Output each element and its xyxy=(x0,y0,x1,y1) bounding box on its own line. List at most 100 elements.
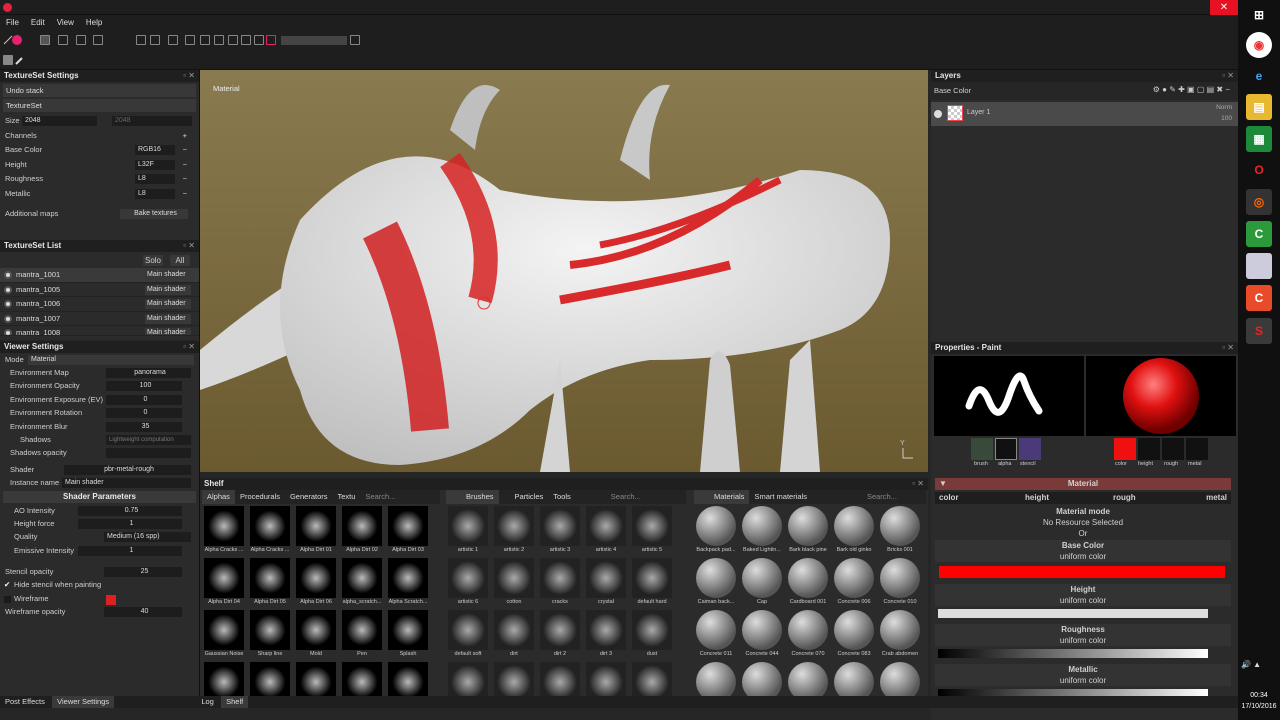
tab-generators[interactable]: Generators xyxy=(285,490,333,504)
wireframe-row[interactable]: Wireframe xyxy=(0,592,199,605)
alpha-thumbnail[interactable]: Alpha Dirt 01 xyxy=(294,506,338,558)
list-item[interactable]: mantra_1007 Main shader xyxy=(0,312,199,327)
all-button[interactable]: All xyxy=(170,255,190,266)
visibility-icon[interactable] xyxy=(4,329,12,336)
windows-start-icon[interactable]: ⊞ xyxy=(1246,2,1272,28)
camtasia-recorder-icon[interactable]: C xyxy=(1246,285,1272,311)
alpha-thumbnail[interactable]: Alpha Dirt 02 xyxy=(340,506,384,558)
no-resource-label[interactable]: No Resource Selected xyxy=(935,517,1231,528)
shadows-select[interactable]: Lightweight computation xyxy=(106,434,191,445)
tab-procedurals[interactable]: Procedurals xyxy=(235,490,285,504)
roughness-slider[interactable] xyxy=(938,649,1208,658)
size-select[interactable]: 2048 xyxy=(22,116,97,126)
material-thumbnail[interactable]: Concrete 070 xyxy=(786,610,830,662)
split-icon[interactable] xyxy=(185,35,195,45)
eyedropper-icon[interactable] xyxy=(15,55,25,65)
brush-thumbnail[interactable]: cotton xyxy=(492,558,536,610)
clock-time[interactable]: 00:34 xyxy=(1238,692,1280,699)
brush-thumbnail[interactable]: dirt 3 xyxy=(584,610,628,662)
wireframe-color-swatch[interactable] xyxy=(106,594,116,605)
remove-icon[interactable]: − xyxy=(183,172,187,186)
shader-select[interactable]: Main shader xyxy=(145,299,191,310)
alpha-thumbnail[interactable]: Sharp line xyxy=(248,610,292,662)
alpha-thumbnail[interactable]: alpha_scratch... xyxy=(340,558,384,610)
alpha-thumbnail[interactable]: Splash xyxy=(386,610,430,662)
camera-icon[interactable] xyxy=(200,35,210,45)
visibility-icon[interactable] xyxy=(4,285,12,294)
material-thumbnail[interactable]: Concrete 011 xyxy=(694,610,738,662)
shader-select[interactable]: Main shader xyxy=(145,270,191,280)
color-slot[interactable] xyxy=(1114,438,1136,460)
system-tray-icons[interactable]: 🔊 ▲ xyxy=(1241,660,1261,669)
tab-tools[interactable]: Tools xyxy=(548,490,576,504)
param-slider[interactable]: 35 xyxy=(106,421,182,432)
edit-icon[interactable] xyxy=(350,35,360,45)
tab-post-effects[interactable]: Post Effects xyxy=(0,696,50,708)
param-slider[interactable]: 1 xyxy=(78,518,182,529)
brush-thumbnail[interactable]: artistic 3 xyxy=(538,506,582,558)
paint-tool-icon[interactable] xyxy=(40,35,50,45)
projection-tool-icon[interactable] xyxy=(76,35,86,45)
alpha-thumbnail[interactable]: Alpha Dirt 04 xyxy=(202,558,246,610)
image-viewer-icon[interactable] xyxy=(1246,253,1272,279)
visibility-icon[interactable] xyxy=(4,271,12,279)
size-select-2[interactable]: 2048 xyxy=(112,116,192,126)
alpha-thumbnail[interactable]: Pen xyxy=(340,610,384,662)
material-header[interactable]: ▼ Material xyxy=(935,478,1231,490)
brush-thumbnail[interactable]: dirt xyxy=(492,610,536,662)
remove-icon[interactable]: − xyxy=(183,143,187,157)
undo-stack-button[interactable]: Undo stack xyxy=(3,84,196,97)
channel-format[interactable]: RGB16 xyxy=(135,145,175,155)
blender-icon[interactable]: ◎ xyxy=(1246,189,1272,215)
layer-row[interactable]: Layer 1 Norm 100 xyxy=(931,102,1238,126)
menu-file[interactable]: File xyxy=(0,15,25,30)
internet-explorer-icon[interactable]: e xyxy=(1246,63,1272,89)
param-slider[interactable]: 0 xyxy=(106,408,182,419)
param-slider[interactable]: 100 xyxy=(106,381,182,392)
layer-opacity[interactable]: 100 xyxy=(1221,115,1232,122)
alpha-thumbnail[interactable]: Alpha Dirt 05 xyxy=(248,558,292,610)
channel-format[interactable]: L32F xyxy=(135,159,175,170)
smudge-icon[interactable] xyxy=(93,35,103,45)
bake-textures-button[interactable]: Bake textures xyxy=(120,209,188,219)
alpha-thumbnail[interactable]: Mold xyxy=(294,610,338,662)
substance-painter-icon[interactable]: S xyxy=(1246,318,1272,344)
param-input[interactable]: panorama xyxy=(106,368,191,378)
material-thumbnail[interactable]: Backpack pad... xyxy=(694,506,738,558)
height-slider[interactable] xyxy=(938,609,1208,618)
search-input[interactable]: Search... xyxy=(606,490,646,504)
material-thumbnail[interactable]: Caiman back... xyxy=(694,558,738,610)
tab-shelf[interactable]: Shelf xyxy=(221,696,249,708)
brush-thumbnail[interactable]: dirt 2 xyxy=(538,610,582,662)
alpha-thumbnail[interactable]: Alpha Scratch... xyxy=(386,558,430,610)
brush-thumbnail[interactable]: crystal xyxy=(584,558,628,610)
brush-thumbnail[interactable]: artistic 2 xyxy=(492,506,536,558)
brush-thumbnail[interactable]: artistic 6 xyxy=(446,558,490,610)
material-thumbnail[interactable]: Concrete 083 xyxy=(832,610,876,662)
base-color-swatch[interactable] xyxy=(939,566,1225,578)
brush-thumbnail[interactable]: cracks xyxy=(538,558,582,610)
screenshot-icon[interactable] xyxy=(228,35,238,45)
height-slot[interactable] xyxy=(1138,438,1160,460)
mirror-icon[interactable] xyxy=(150,35,160,45)
collapse-icon[interactable]: ▼ xyxy=(939,478,947,490)
remove-icon[interactable]: − xyxy=(183,158,187,172)
shader-select[interactable]: Main shader xyxy=(145,328,191,336)
menu-help[interactable]: Help xyxy=(80,15,108,30)
search-input[interactable]: Search... xyxy=(360,490,400,504)
panel-controls-icon[interactable]: ▫ ✕ xyxy=(183,70,195,82)
panel-controls-icon[interactable]: ▫ ✕ xyxy=(183,341,195,353)
view-icon[interactable] xyxy=(241,35,251,45)
list-item[interactable]: mantra_1005 Main shader xyxy=(0,283,199,298)
metal-slot[interactable] xyxy=(1186,438,1208,460)
channel-format[interactable]: L8 xyxy=(135,188,175,199)
menu-edit[interactable]: Edit xyxy=(25,15,51,30)
shadows-opacity-slider[interactable] xyxy=(106,448,191,459)
solo-button[interactable]: Solo xyxy=(143,255,163,266)
material-thumbnail[interactable]: Bark old ginko xyxy=(832,506,876,558)
brush-thumbnail[interactable]: default soft xyxy=(446,610,490,662)
alpha-thumbnail[interactable]: Alpha Dirt 03 xyxy=(386,506,430,558)
checkbox-checked-icon[interactable]: ✔ xyxy=(4,578,10,592)
material-thumbnail[interactable]: Bark black pine xyxy=(786,506,830,558)
shelf-icon[interactable] xyxy=(3,55,13,65)
